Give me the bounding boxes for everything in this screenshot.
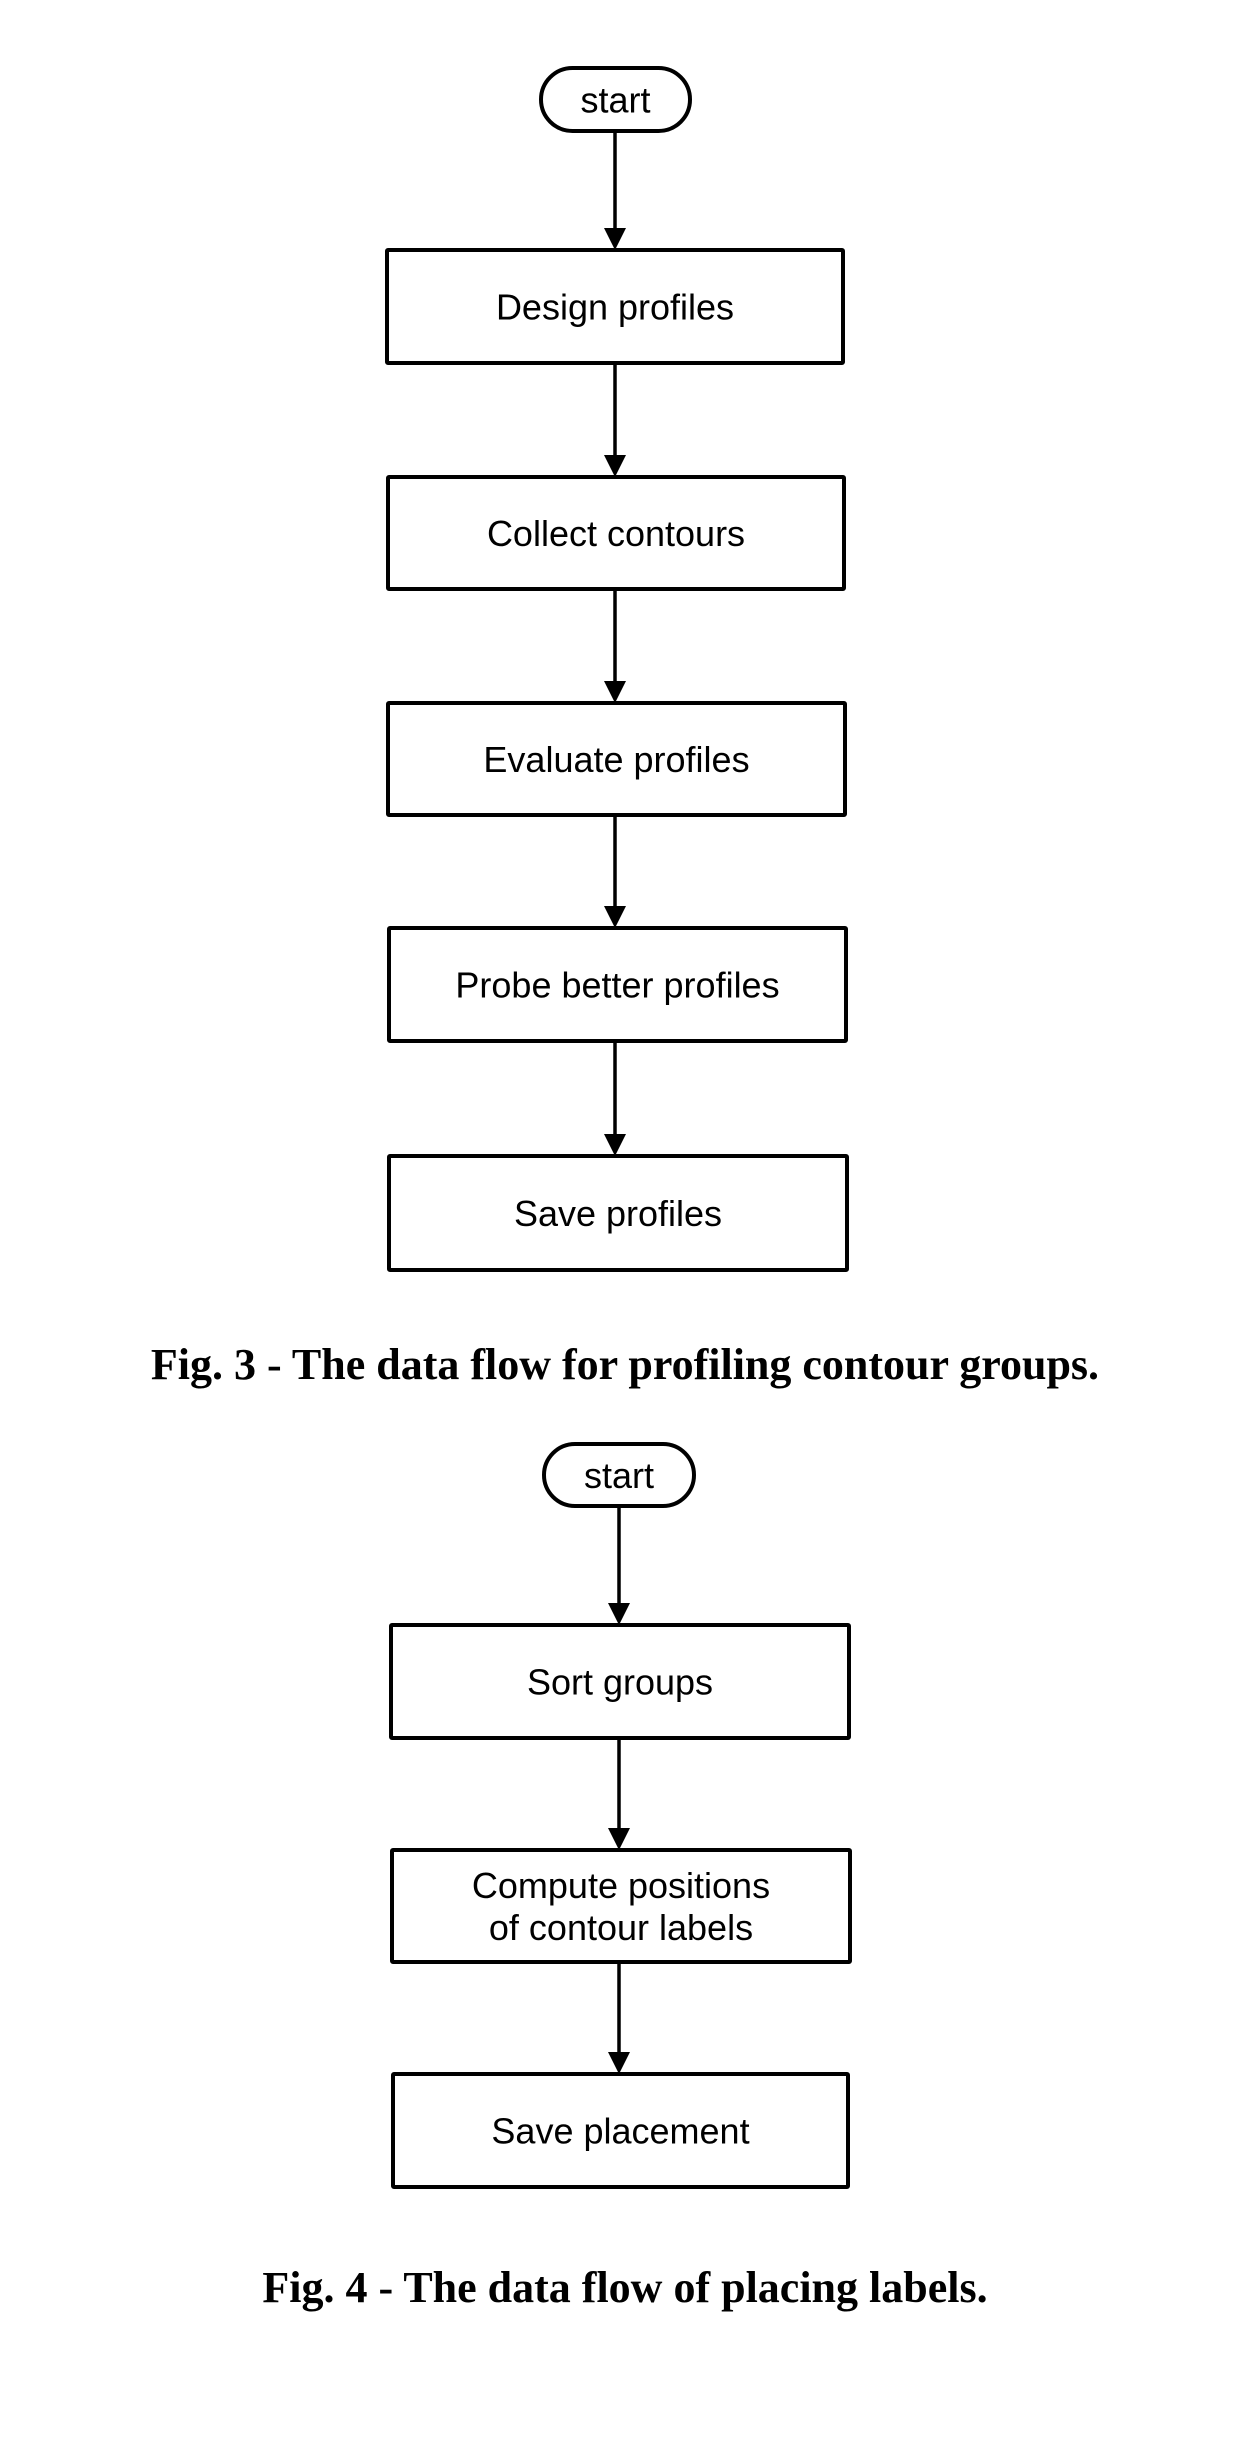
node-label: Compute positions [472, 1865, 770, 1906]
node-label: start [584, 1455, 654, 1496]
figure-caption: Fig. 4 - The data flow of placing labels… [262, 2263, 987, 2312]
flow-arrow [604, 589, 626, 703]
node-label: Probe better profiles [455, 965, 779, 1006]
node-label: of contour labels [489, 1907, 753, 1948]
node-label: Save profiles [514, 1193, 722, 1234]
process-box: Collect contours [386, 475, 846, 591]
arrowhead-icon [604, 906, 626, 928]
node-label: Save placement [491, 2111, 749, 2152]
arrowhead-icon [604, 681, 626, 703]
node-label: start [580, 80, 650, 121]
flow-arrow [604, 815, 626, 928]
node-label: Collect contours [487, 513, 745, 554]
arrowhead-icon [608, 2052, 630, 2074]
arrowhead-icon [604, 228, 626, 250]
flow-arrow [604, 131, 626, 250]
node-label: Sort groups [527, 1662, 713, 1703]
arrowhead-icon [604, 455, 626, 477]
process-box: Compute positionsof contour labels [390, 1848, 852, 1964]
flow-arrow [608, 1506, 630, 1625]
start-terminal: start [542, 1442, 696, 1508]
flow-arrow [604, 363, 626, 477]
flow-arrow [604, 1041, 626, 1156]
flowchart-canvas: start Design profiles Collect contours Eval… [151, 66, 1099, 2312]
node-label: Evaluate profiles [483, 739, 749, 780]
process-box: Design profiles [385, 248, 845, 365]
node-label: Design profiles [496, 287, 734, 328]
process-box: Sort groups [389, 1623, 851, 1740]
fig3-flowchart: start Design profiles Collect contours Eval… [151, 66, 1099, 1389]
fig4-flowchart: start Sort groups Compute positionsof cont… [262, 1442, 988, 2312]
process-box: Evaluate profiles [386, 701, 847, 817]
start-terminal: start [539, 66, 692, 133]
arrowhead-icon [604, 1134, 626, 1156]
process-box: Save profiles [387, 1154, 849, 1272]
figure-caption: Fig. 3 - The data flow for profiling con… [151, 1340, 1099, 1389]
process-box: Save placement [391, 2072, 850, 2189]
flow-arrow [608, 1738, 630, 1850]
flow-arrow [608, 1962, 630, 2074]
process-box: Probe better profiles [387, 926, 848, 1043]
arrowhead-icon [608, 1828, 630, 1850]
arrowhead-icon [608, 1603, 630, 1625]
